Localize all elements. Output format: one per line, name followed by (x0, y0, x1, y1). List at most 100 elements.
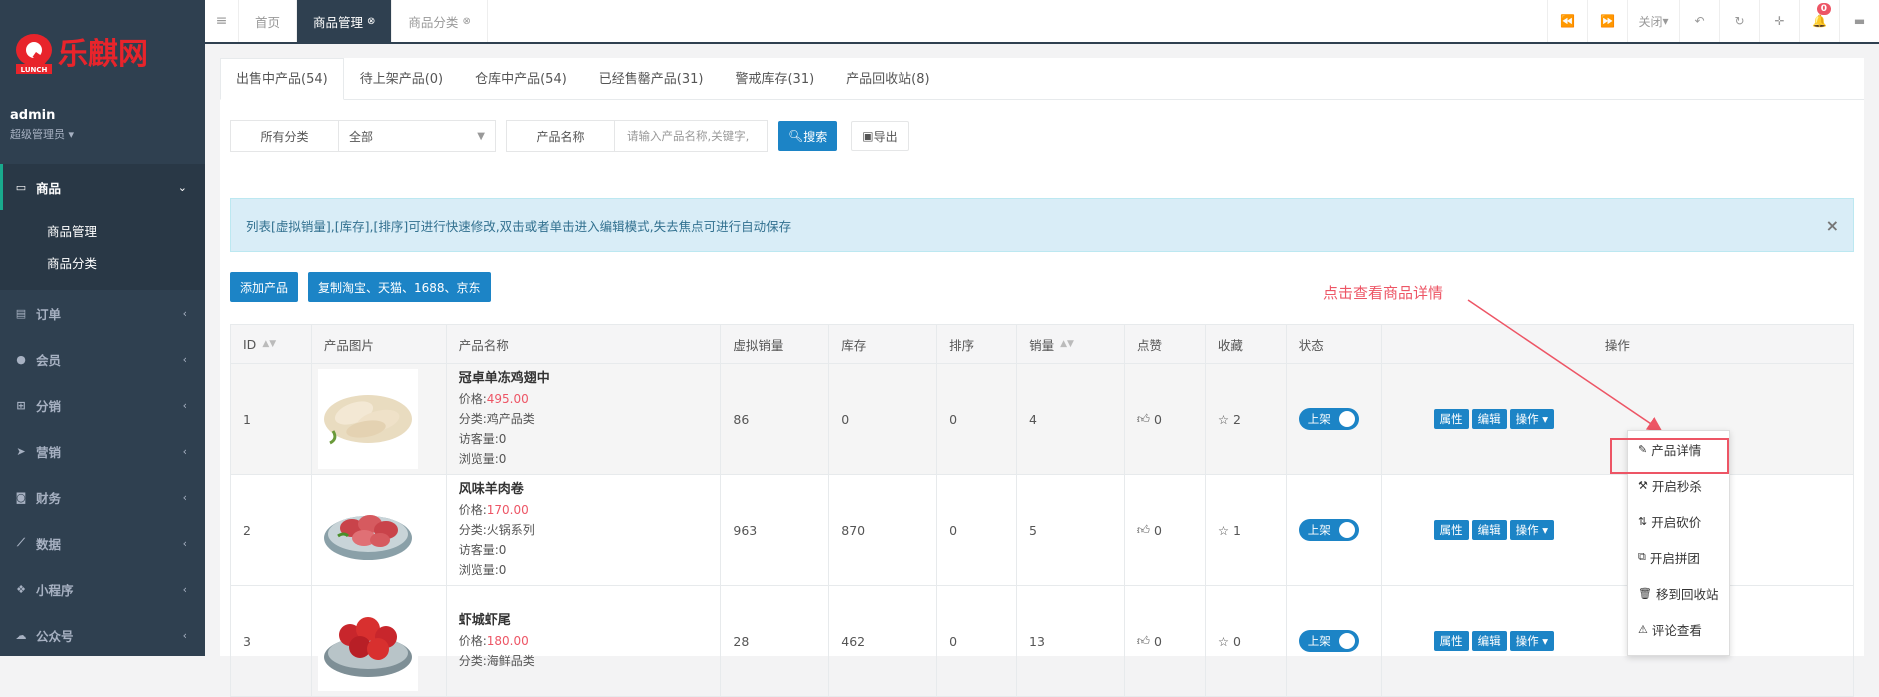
edit-button[interactable]: 编辑 (1471, 631, 1507, 651)
product-name[interactable]: 冠卓单冻鸡翅中 (459, 369, 550, 389)
star-icon: ☆ (1217, 522, 1233, 538)
sidebar-item-order[interactable]: ▤ 订单 ‹ (0, 290, 205, 336)
tab-low-stock[interactable]: 警戒库存(31) (719, 58, 830, 100)
bell-icon[interactable]: 🔔 0 (1799, 0, 1839, 42)
col-sales[interactable]: 销量 ▲▼ (1017, 325, 1125, 363)
cell-virtual-sales[interactable]: 28 (721, 586, 830, 696)
info-alert: 列表[虚拟销量],[库存],[排序]可进行快速修改,双击或者单击进入编辑模式,失… (230, 198, 1854, 252)
product-price: 价格:170.00 (459, 500, 529, 520)
price-value: 180.00 (486, 634, 529, 648)
refresh-icon[interactable]: ↻ (1719, 0, 1759, 42)
action-buttons: 添加产品 复制淘宝、天猫、1688、京东 (230, 272, 501, 302)
fullscreen-icon[interactable]: ✛ (1759, 0, 1799, 42)
add-product-button[interactable]: 添加产品 (230, 272, 299, 302)
menu-item-reviews[interactable]: ⚠ 评论查看 (1628, 611, 1729, 647)
sidebar-item-label: 营销 (36, 444, 62, 460)
copy-product-button[interactable]: 复制淘宝、天猫、1688、京东 (308, 272, 491, 302)
menu-item-recycle[interactable]: 🗑︎ 移到回收站 (1628, 575, 1729, 611)
sidebar-item-miniprogram[interactable]: ❖ 小程序 ‹ (0, 566, 205, 612)
product-image-shrimp-tails[interactable] (317, 591, 418, 691)
user-profile[interactable]: admin 超级管理员 ▾ (10, 108, 74, 142)
sidebar-item-product[interactable]: ▭ 商品 ⌄ (0, 164, 205, 210)
product-price: 价格:495.00 (459, 389, 529, 409)
menu-item-label: 开启拼团 (1649, 550, 1700, 566)
table-row: 2 风味羊肉卷 价格:170.00 分类:火锅系列 访客量:0 浏览量:0 96… (230, 475, 1854, 586)
menu-item-bargain[interactable]: ⇅ 开启砍价 (1628, 503, 1729, 539)
back-icon[interactable]: ↶ (1679, 0, 1719, 42)
cell-stock[interactable]: 870 (829, 475, 938, 585)
cell-likes: 👍︎ 0 (1125, 475, 1206, 585)
cell-status: 上架 (1287, 475, 1382, 585)
status-toggle[interactable]: 上架 (1298, 408, 1359, 430)
col-image: 产品图片 (312, 325, 447, 363)
edit-button[interactable]: 编辑 (1471, 409, 1507, 429)
cell-stock[interactable]: 0 (829, 364, 938, 474)
status-toggle[interactable]: 上架 (1298, 630, 1359, 652)
close-icon[interactable]: × (1826, 216, 1839, 235)
annotation-text: 点击查看商品详情 (1323, 284, 1444, 302)
category-filter: 所有分类 全部 ▼ (230, 120, 496, 152)
tab-pending[interactable]: 待上架产品(0) (344, 58, 459, 100)
tab-product-manage[interactable]: 商品管理 ⊗ (297, 0, 393, 42)
tab-warehouse[interactable]: 仓库中产品(54) (459, 58, 583, 100)
search-button[interactable]: 🔍︎ 搜索 (778, 121, 838, 151)
product-image-lamb-rolls[interactable] (317, 480, 418, 580)
cell-virtual-sales[interactable]: 963 (721, 475, 830, 585)
sidebar: LUNCH 乐麒网 admin 超级管理员 ▾ ▭ 商品 ⌄ 商品管理 商品分类… (0, 0, 205, 656)
sidebar-item-finance[interactable]: ◙ 财务 ‹ (0, 474, 205, 520)
search-input[interactable]: 请输入产品名称,关键字, (615, 121, 767, 151)
close-tabs-dropdown[interactable]: 关闭 ▾ (1627, 0, 1679, 42)
product-name[interactable]: 风味羊肉卷 (459, 480, 524, 500)
status-label: 上架 (1307, 634, 1331, 648)
edit-button[interactable]: 编辑 (1471, 520, 1507, 540)
tab-home[interactable]: 首页 (239, 0, 298, 42)
warning-icon: ⚠ (1638, 622, 1648, 636)
tab-sold-out[interactable]: 已经售罄产品(31) (583, 58, 720, 100)
sidebar-item-marketing[interactable]: ➤ 营销 ‹ (0, 428, 205, 474)
close-icon[interactable]: ⊗ (462, 16, 470, 27)
sidebar-item-data[interactable]: ⟋ 数据 ‹ (0, 520, 205, 566)
attr-button[interactable]: 属性 (1433, 520, 1469, 540)
tab-recycle-bin[interactable]: 产品回收站(8) (830, 58, 945, 100)
close-icon[interactable]: ⊗ (367, 16, 375, 27)
tab-on-sale[interactable]: 出售中产品(54) (220, 58, 344, 100)
chevron-down-icon: ⌄ (177, 180, 187, 194)
tab-product-category[interactable]: 商品分类 ⊗ (392, 0, 488, 42)
col-id[interactable]: ID ▲▼ (231, 325, 312, 363)
product-name[interactable]: 虾城虾尾 (459, 611, 511, 631)
search-button-label: 搜索 (803, 129, 828, 144)
sidebar-item-distribution[interactable]: ⊞ 分销 ‹ (0, 382, 205, 428)
sidebar-subitem-product-manage[interactable]: 商品管理 (0, 216, 205, 248)
cell-sort[interactable]: 0 (937, 364, 1018, 474)
sidebar-item-label: 分销 (36, 398, 62, 414)
attr-button[interactable]: 属性 (1433, 631, 1469, 651)
brand-logo[interactable]: LUNCH 乐麒网 (12, 30, 184, 78)
highlight-box (1610, 438, 1729, 474)
file-icon: ▤ (15, 306, 27, 320)
menu-item-group-buy[interactable]: ⧉ 开启拼团 (1628, 539, 1729, 575)
sidebar-item-member[interactable]: ● 会员 ‹ (0, 336, 205, 382)
export-button[interactable]: ▣ 导出 (851, 121, 909, 151)
product-image-chicken-wings[interactable] (317, 369, 418, 469)
ops-dropdown-button[interactable]: 操作 ▾ (1509, 409, 1555, 429)
category-select[interactable]: 全部 ▼ (339, 121, 495, 151)
attr-button[interactable]: 属性 (1433, 409, 1469, 429)
sort-icon[interactable]: ▲▼ (1060, 339, 1074, 349)
status-toggle[interactable]: 上架 (1298, 519, 1359, 541)
ops-dropdown-button[interactable]: 操作 ▾ (1509, 520, 1555, 540)
cell-virtual-sales[interactable]: 86 (721, 364, 830, 474)
cell-sort[interactable]: 0 (937, 586, 1018, 696)
scroll-right-icon[interactable]: ⏩ (1587, 0, 1627, 42)
menu-toggle-icon[interactable]: ≡ (205, 0, 239, 42)
sidebar-subitem-product-category[interactable]: 商品分类 (0, 248, 205, 280)
col-favs: 收藏 (1206, 325, 1287, 363)
cell-stock[interactable]: 462 (829, 586, 938, 696)
sidebar-item-official-account[interactable]: ☁ 公众号 ‹ (0, 612, 205, 658)
message-icon[interactable]: ▬ (1839, 0, 1879, 42)
sidebar-item-label: 会员 (36, 352, 62, 368)
ops-dropdown-button[interactable]: 操作 ▾ (1509, 631, 1555, 651)
cell-sort[interactable]: 0 (937, 475, 1018, 585)
user-role-dropdown[interactable]: 超级管理员 ▾ (10, 126, 74, 142)
sort-icon[interactable]: ▲▼ (262, 339, 276, 349)
scroll-left-icon[interactable]: ⏪ (1547, 0, 1587, 42)
